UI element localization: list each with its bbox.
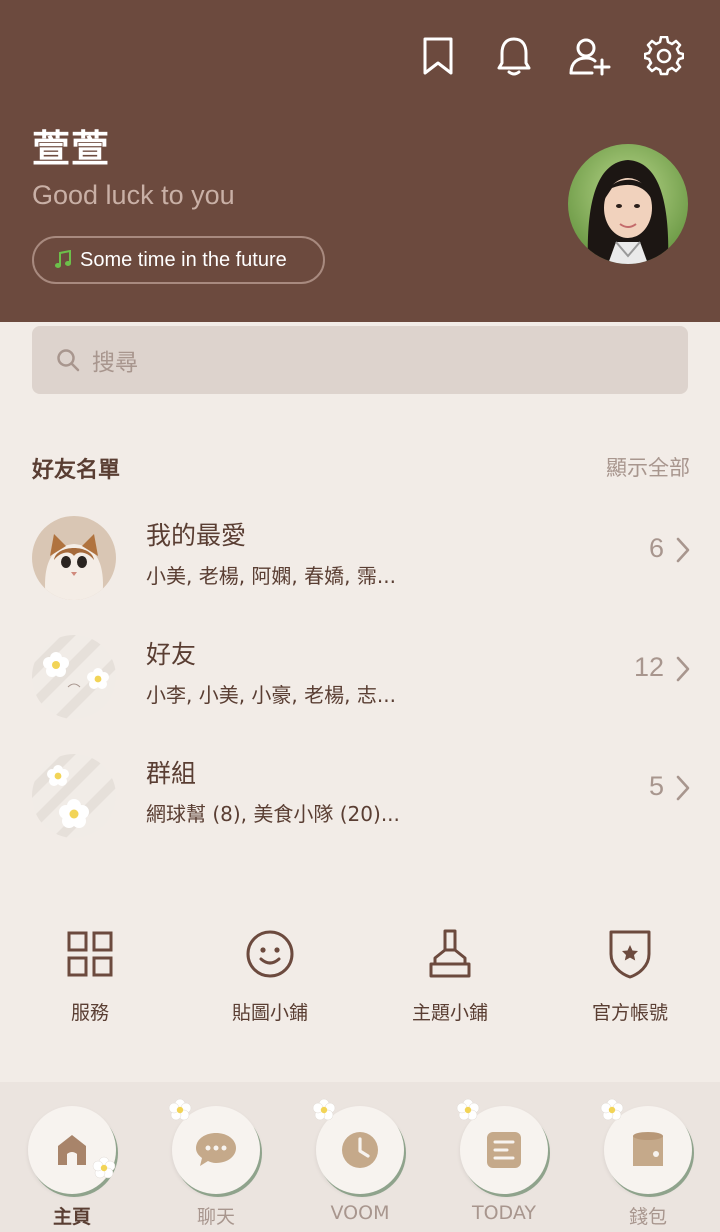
bell-icon (497, 37, 531, 76)
bookmark-icon (423, 37, 453, 75)
music-title: Some time in the future (80, 248, 287, 271)
shield-star-icon (609, 930, 651, 979)
brush-icon (429, 929, 471, 978)
cat-photo (32, 516, 116, 600)
flower-decoration (168, 1098, 192, 1121)
sticker-shop-label: 貼圖小鋪 (231, 1002, 308, 1024)
notification-button[interactable] (476, 34, 552, 78)
tab-home[interactable]: 主頁 (0, 1106, 144, 1232)
gear-icon (644, 36, 684, 76)
tab-wallet[interactable]: 錢包 (576, 1098, 720, 1232)
header-toolbar (400, 34, 684, 78)
smiley-icon (246, 930, 294, 978)
groups-title: 群組 (146, 759, 197, 788)
flower-decoration (312, 1098, 336, 1121)
home-icon (58, 1135, 86, 1165)
flower-decoration (456, 1098, 480, 1121)
flower-decoration (92, 1156, 116, 1179)
grid-icon (67, 931, 113, 977)
settings-button[interactable] (628, 34, 684, 78)
services-label: 服務 (70, 1002, 109, 1024)
friends-members: 小李, 小美, 小豪, 老楊, 志... (146, 683, 396, 707)
profile-music-pill[interactable]: Some time in the future (32, 236, 325, 284)
bookmark-button[interactable] (400, 34, 476, 78)
favorites-title: 我的最愛 (146, 521, 247, 550)
music-note-icon (55, 250, 71, 268)
avatar-photo (568, 144, 688, 264)
theme-shop-button[interactable]: 主題小鋪 (360, 924, 540, 1034)
profile-header: 萱萱 Good luck to you Some time in the fut… (0, 0, 720, 322)
news-icon (487, 1132, 521, 1168)
chat-icon (196, 1133, 236, 1166)
friends-thumbnail (32, 635, 116, 719)
avatar[interactable] (568, 144, 688, 264)
groups-thumbnail (32, 754, 116, 838)
wallet-icon (633, 1132, 663, 1166)
tab-voom[interactable]: VOOM (288, 1098, 432, 1232)
flower-pattern-image (32, 635, 116, 719)
favorites-members: 小美, 老楊, 阿嫻, 春嬌, 霈... (146, 564, 396, 588)
bottom-navigation: 主頁 聊天 VOOM TODAY 錢包 (0, 1082, 720, 1232)
chevron-right-icon (676, 656, 690, 682)
show-all-link[interactable]: 顯示全部 (606, 452, 690, 482)
theme-shop-label: 主題小鋪 (411, 1002, 488, 1024)
tab-voom-label: VOOM (330, 1202, 390, 1224)
list-item-groups[interactable]: 群組 網球幫 (8), 美食小隊 (20)... 5 (0, 746, 720, 846)
search-icon (57, 349, 80, 372)
friends-count: 12 (633, 652, 664, 682)
list-item-favorites[interactable]: 我的最愛 小美, 老楊, 阿嫻, 春嬌, 霈... 6 (0, 508, 720, 608)
official-accounts-button[interactable]: 官方帳號 (540, 924, 720, 1034)
add-friend-button[interactable] (552, 34, 628, 78)
sticker-shop-button[interactable]: 貼圖小鋪 (180, 924, 360, 1034)
add-friend-icon (569, 38, 611, 76)
friends-title: 好友 (146, 640, 197, 669)
list-item-friends[interactable]: 好友 小李, 小美, 小豪, 老楊, 志... 12 (0, 627, 720, 727)
chevron-right-icon (676, 775, 690, 801)
groups-count: 5 (648, 771, 664, 801)
flower-decoration (600, 1098, 624, 1121)
tab-home-label: 主頁 (52, 1206, 91, 1228)
clock-icon (342, 1132, 378, 1168)
tab-today-label: TODAY (472, 1202, 536, 1224)
favorites-thumbnail (32, 516, 116, 600)
friends-section-title: 好友名單 (32, 458, 121, 483)
chevron-right-icon (676, 537, 690, 563)
groups-members: 網球幫 (8), 美食小隊 (20)... (146, 802, 400, 826)
status-message[interactable]: Good luck to you (32, 180, 235, 211)
official-accounts-label: 官方帳號 (591, 1002, 668, 1024)
flower-pattern-image (32, 754, 116, 838)
favorites-count: 6 (648, 533, 664, 563)
tab-chat-label: 聊天 (196, 1206, 235, 1228)
search-placeholder: 搜尋 (92, 350, 138, 376)
tab-wallet-label: 錢包 (628, 1206, 667, 1228)
profile-name[interactable]: 萱萱 (32, 118, 110, 173)
tab-chat[interactable]: 聊天 (144, 1098, 288, 1232)
search-input[interactable]: 搜尋 (32, 326, 688, 394)
services-button[interactable]: 服務 (0, 924, 180, 1034)
tab-today[interactable]: TODAY (432, 1098, 576, 1232)
